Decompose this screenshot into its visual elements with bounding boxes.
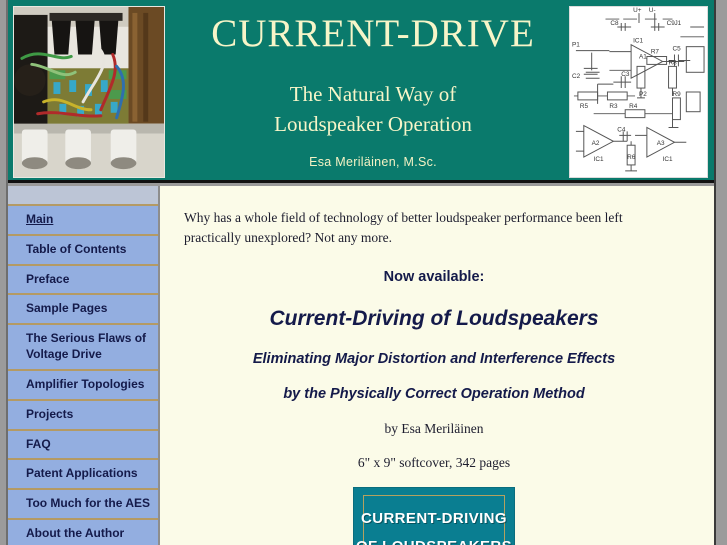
- site-banner: CURRENT-DRIVE The Natural Way of Loudspe…: [8, 0, 714, 183]
- book-cover-line-1: CURRENT-DRIVING: [360, 509, 507, 527]
- site-title: CURRENT-DRIVE: [211, 12, 535, 55]
- svg-text:R9: R9: [673, 91, 682, 98]
- sidebar-navigation: Main Table of Contents Preface Sample Pa…: [8, 186, 160, 545]
- sidebar-item-label: Sample Pages: [26, 301, 108, 316]
- site-author-credit: Esa Meriläinen, M.Sc.: [309, 155, 437, 169]
- sidebar-item-about-the-author[interactable]: About the Author: [8, 520, 158, 545]
- svg-text:U-: U-: [649, 7, 656, 14]
- sidebar-item-label: Projects: [26, 406, 74, 421]
- circuit-schematic: U+ U- C8 C9 J1 P1 IC1 A1 R7 C5 C2 C3 P2 R8 R5 R…: [569, 6, 708, 178]
- sidebar-spacer: [8, 186, 158, 206]
- sidebar-item-sample-pages[interactable]: Sample Pages: [8, 295, 158, 326]
- sidebar-item-label: Patent Applications: [26, 466, 138, 481]
- svg-text:C5: C5: [673, 46, 682, 53]
- page-body: Main Table of Contents Preface Sample Pa…: [8, 186, 714, 545]
- book-cover-thumbnail[interactable]: CURRENT-DRIVING OF LOUDSPEAKERS: [353, 486, 515, 545]
- sidebar-item-label: Amplifier Topologies: [26, 376, 145, 391]
- book-cover-container: CURRENT-DRIVING OF LOUDSPEAKERS: [184, 486, 684, 545]
- sidebar-item-table-of-contents[interactable]: Table of Contents: [8, 235, 158, 266]
- book-byline: by Esa Meriläinen: [384, 420, 484, 436]
- sidebar-item-main[interactable]: Main: [8, 206, 158, 236]
- sidebar-item-patent-applications[interactable]: Patent Applications: [8, 460, 158, 491]
- book-title-heading: Current-Driving of Loudspeakers: [269, 306, 599, 330]
- main-content: Why has a whole field of technology of b…: [160, 186, 714, 545]
- sidebar-item-label: Preface: [26, 271, 70, 286]
- book-subtitle-line-2: by the Physically Correct Operation Meth…: [283, 385, 585, 402]
- book-specs: 6" x 9" softcover, 342 pages: [357, 454, 511, 470]
- svg-text:P1: P1: [572, 42, 580, 49]
- sidebar-item-label: About the Author: [26, 526, 125, 541]
- svg-text:IC1: IC1: [633, 38, 643, 45]
- window-left-gutter: [0, 0, 8, 545]
- site-subtitle-line-1: The Natural Way of: [289, 82, 457, 106]
- svg-text:C4: C4: [617, 126, 626, 133]
- sidebar-item-label: Table of Contents: [26, 241, 127, 256]
- svg-text:R8: R8: [669, 59, 678, 66]
- svg-text:C3: C3: [621, 71, 630, 78]
- book-subtitle-line-1: Eliminating Major Distortion and Interfe…: [252, 350, 616, 367]
- sidebar-item-label: Main: [26, 212, 54, 226]
- svg-text:R6: R6: [627, 154, 636, 161]
- svg-text:U+: U+: [633, 7, 642, 14]
- svg-text:R4: R4: [629, 103, 638, 110]
- svg-text:A1: A1: [639, 53, 647, 60]
- intro-paragraph: Why has a whole field of technology of b…: [184, 210, 623, 246]
- site-subtitle: The Natural Way of Loudspeaker Operation: [168, 80, 578, 140]
- sidebar-item-faq[interactable]: FAQ: [8, 430, 158, 461]
- amplifier-photo: [13, 6, 165, 178]
- sidebar-item-amplifier-topologies[interactable]: Amplifier Topologies: [8, 370, 158, 401]
- sidebar-item-label: The Serious Flaws of Voltage Drive: [26, 331, 147, 362]
- page-root: CURRENT-DRIVE The Natural Way of Loudspe…: [0, 0, 727, 545]
- svg-text:A3: A3: [657, 140, 665, 147]
- svg-text:R3: R3: [609, 103, 618, 110]
- sidebar-item-label: Too Much for the AES: [26, 496, 150, 511]
- svg-text:J1: J1: [674, 20, 681, 27]
- sidebar-item-too-much-for-the-aes[interactable]: Too Much for the AES: [8, 490, 158, 521]
- svg-text:A2: A2: [592, 140, 600, 147]
- svg-text:R7: R7: [651, 49, 660, 56]
- svg-text:R5: R5: [580, 103, 589, 110]
- site-subtitle-line-2: Loudspeaker Operation: [274, 111, 472, 136]
- svg-text:IC1: IC1: [594, 156, 604, 163]
- svg-text:C2: C2: [572, 73, 581, 80]
- book-cover-line-2: OF LOUDSPEAKERS: [354, 538, 514, 545]
- now-available-heading: Now available:: [383, 268, 485, 285]
- svg-text:C8: C8: [610, 20, 619, 27]
- sidebar-item-projects[interactable]: Projects: [8, 400, 158, 431]
- svg-text:P2: P2: [639, 91, 647, 98]
- svg-text:IC1: IC1: [663, 156, 673, 163]
- sidebar-item-serious-flaws-of-voltage-drive[interactable]: The Serious Flaws of Voltage Drive: [8, 325, 158, 371]
- sidebar-item-label: FAQ: [26, 436, 51, 451]
- sidebar-item-preface[interactable]: Preface: [8, 265, 158, 296]
- window-right-gutter: [714, 0, 727, 545]
